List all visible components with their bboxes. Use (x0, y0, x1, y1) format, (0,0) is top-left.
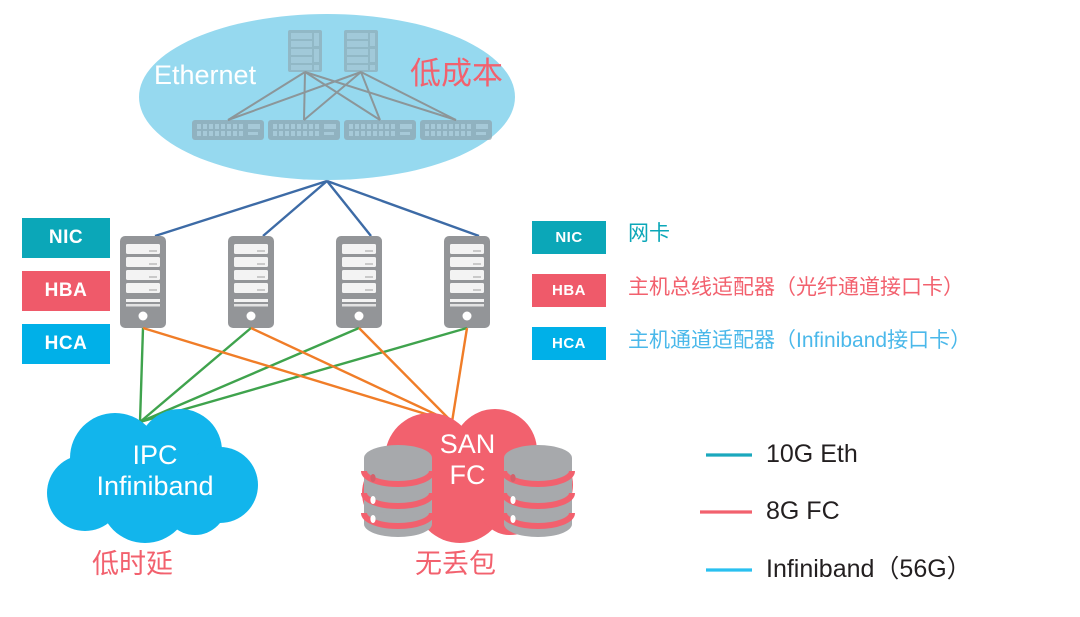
storage-right (504, 445, 572, 537)
server-group (120, 236, 490, 328)
adapter-badge-left-hca-label: HCA (44, 333, 88, 354)
ethernet-to-server-links (154, 179, 480, 238)
low-cost-label: 低成本 (410, 56, 503, 91)
adapter-badge-right-nic: NIC (532, 221, 606, 254)
ethernet-label: Ethernet (154, 60, 257, 90)
adapter-desc-hca: 主机通道适配器（Infiniband接口卡） (628, 329, 972, 352)
san-caption: 无丢包 (415, 549, 496, 579)
adapter-badge-left-hca: HCA (22, 324, 110, 364)
diagram-canvas: Ethernet 低成本 NIC HBA HCA NIC 网卡 HBA 主机总线… (0, 0, 1080, 617)
ipc-cloud (47, 409, 258, 543)
legend-label-10g-eth: 10G Eth (766, 440, 858, 468)
adapter-badge-left-nic-label: NIC (48, 227, 84, 248)
adapter-desc-nic: 网卡 (628, 222, 670, 245)
diagram-graphics (47, 14, 752, 572)
ethernet-cloud (139, 14, 515, 180)
adapter-badge-right-hca-label: HCA (552, 335, 586, 352)
adapter-badge-left-nic: NIC (22, 218, 110, 258)
adapter-badge-right-hba: HBA (532, 274, 606, 307)
legend-label-infiniband: Infiniband（56G） (766, 555, 972, 583)
adapter-badge-right-hca: HCA (532, 327, 606, 360)
adapter-desc-hba: 主机总线适配器（光纤通道接口卡） (628, 276, 964, 299)
legend-label-8g-fc: 8G FC (766, 497, 840, 525)
legend-lines (700, 453, 752, 572)
adapter-badge-right-hba-label: HBA (552, 282, 586, 299)
ipc-caption: 低时延 (92, 549, 173, 579)
adapter-badge-left-hba-label: HBA (44, 280, 88, 301)
adapter-badge-right-nic-label: NIC (555, 229, 583, 246)
adapter-badge-left-hba: HBA (22, 271, 110, 311)
storage-left (364, 445, 432, 537)
